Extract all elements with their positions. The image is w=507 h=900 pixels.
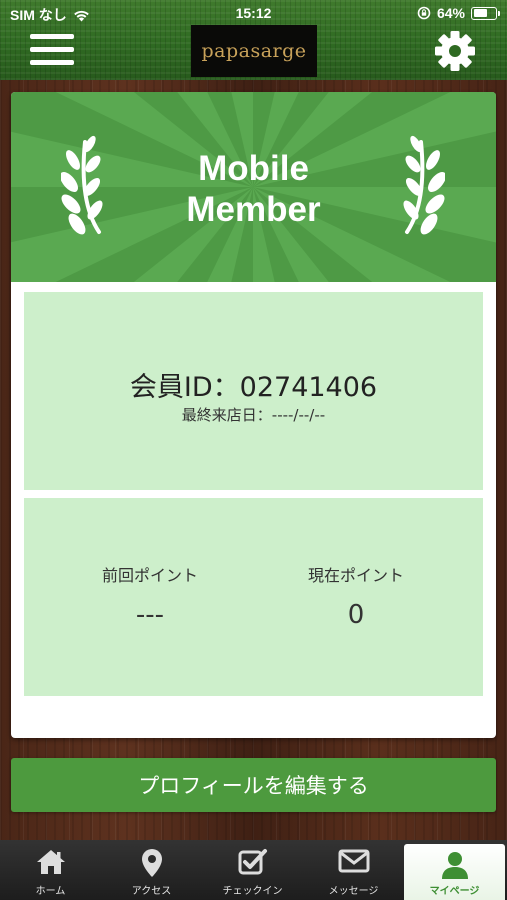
tab-label: マイページ [429, 886, 480, 897]
gear-icon [435, 31, 475, 71]
tab-label: ホーム [35, 886, 66, 897]
current-points: 現在ポイント 0 [256, 562, 456, 630]
points-panel: 前回ポイント --- 現在ポイント 0 [24, 498, 483, 696]
tab-checkin[interactable]: チェックイン [202, 840, 303, 900]
envelope-icon [338, 849, 369, 873]
tab-label: アクセス [131, 886, 172, 897]
current-points-value: 0 [347, 600, 365, 630]
tab-access[interactable]: アクセス [101, 840, 202, 900]
current-points-label: 現在ポイント [307, 566, 404, 585]
battery-group: 64% [417, 5, 500, 21]
settings-button[interactable] [434, 30, 476, 72]
member-card: Mobile Member 会員ID：02741406 最終来店日：----/-… [11, 92, 496, 738]
previous-points-label: 前回ポイント [101, 566, 198, 585]
member-id: 会員ID：02741406 [129, 372, 378, 403]
tab-message[interactable]: メッセージ [303, 840, 404, 900]
tab-mypage[interactable]: マイページ [404, 844, 505, 900]
orientation-lock-icon [417, 6, 431, 20]
banner-title: Mobile Member [186, 149, 321, 229]
edit-profile-button[interactable]: プロフィールを編集する [11, 758, 496, 812]
previous-points: 前回ポイント --- [50, 562, 250, 630]
tab-label: チェックイン [222, 886, 283, 897]
tab-label: メッセージ [328, 886, 379, 897]
member-banner: Mobile Member [11, 92, 496, 282]
hamburger-line [30, 47, 74, 52]
previous-points-value: --- [135, 600, 165, 630]
map-pin-icon [141, 849, 162, 877]
user-icon [441, 852, 468, 879]
last-visit-date: 最終来店日：----/--/-- [181, 406, 326, 424]
battery-percent: 64% [436, 5, 465, 21]
tab-home[interactable]: ホーム [0, 840, 101, 900]
checkbox-icon [238, 849, 267, 875]
menu-button[interactable] [30, 34, 74, 68]
home-icon [36, 850, 65, 874]
battery-level [473, 9, 487, 17]
hamburger-line [30, 34, 74, 39]
hamburger-line [30, 60, 74, 65]
member-info-panel: 会員ID：02741406 最終来店日：----/--/-- [24, 292, 483, 490]
shop-logo[interactable]: papasarge [191, 25, 317, 77]
bottom-tab-bar: ホーム アクセス チェックイン メッセージ マイページ [0, 840, 507, 900]
status-bar: SIM なし 15:12 64% [0, 0, 507, 28]
battery-icon [471, 6, 500, 20]
